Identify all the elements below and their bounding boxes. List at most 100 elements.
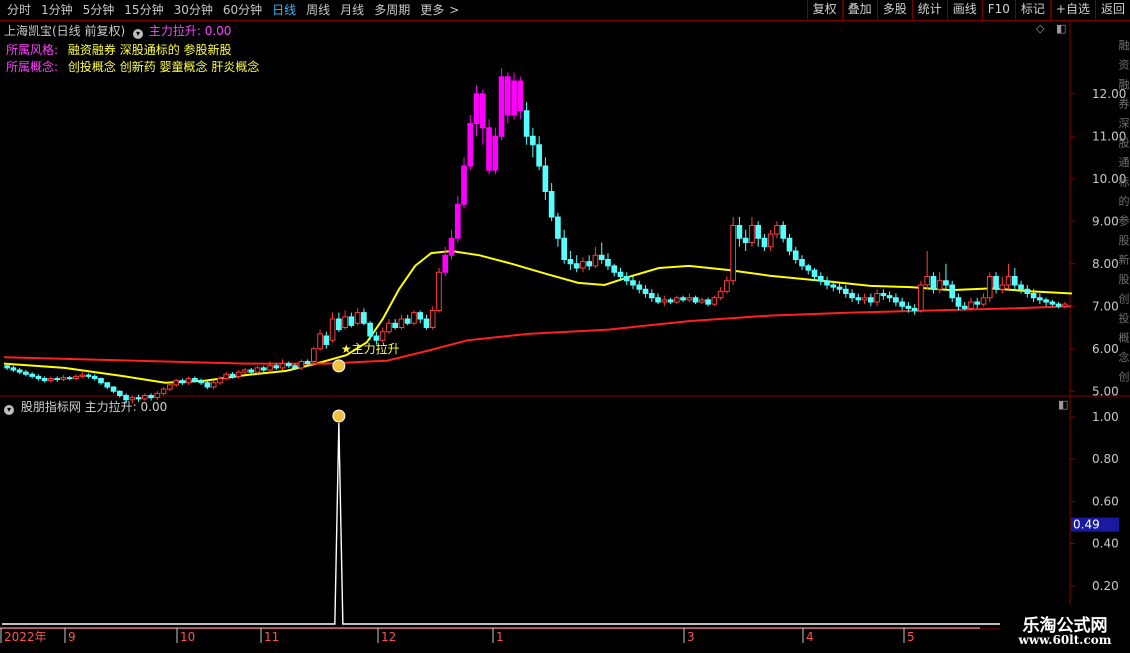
main-panel-header: 上海凯宝(日线 前复权) ▾ 主力拉升: 0.00 — [4, 22, 231, 39]
concept-label: 所属概念: — [6, 60, 59, 74]
toolbar-button-8[interactable]: 返回 — [1094, 0, 1130, 19]
kline-chart-svg[interactable]: ★主力拉升 12.0011.0010.009.008.007.006.005.0… — [0, 21, 1130, 650]
signal-label: ★主力拉升 — [341, 341, 400, 356]
candle-body — [974, 301, 981, 305]
candle-body — [354, 312, 361, 324]
period-tab-10[interactable]: 更多 — [415, 1, 449, 19]
price-tick-label: 5.00 — [1092, 384, 1119, 398]
candle-body — [667, 299, 674, 303]
toolbar-button-3[interactable]: 统计 — [911, 0, 947, 19]
sub-window-icon[interactable]: ◧ — [1058, 398, 1068, 411]
ma-long-line — [3, 305, 1073, 365]
candle-body — [1005, 276, 1012, 286]
toolbar-button-4[interactable]: 画线 — [946, 0, 982, 19]
candle-body — [636, 284, 643, 290]
period-tab-3[interactable]: 15分钟 — [119, 1, 168, 19]
candle-body — [761, 237, 768, 248]
period-tab-7[interactable]: 周线 — [301, 1, 335, 19]
candle-body — [980, 297, 987, 305]
candle-body — [899, 301, 905, 307]
candle-body — [16, 369, 23, 373]
right-strip-char: 股 — [1119, 137, 1130, 150]
candle-body — [498, 76, 505, 137]
candle-body — [886, 295, 893, 299]
candle-body — [730, 225, 736, 282]
period-tab-9[interactable]: 多周期 — [369, 1, 415, 19]
period-tab-8[interactable]: 月线 — [335, 1, 369, 19]
candle-body — [404, 318, 411, 324]
period-tabs: 分时 1分钟 5分钟 15分钟 30分钟 60分钟 日线 周线 月线 多周期 更多 > — [2, 1, 464, 19]
toolbar-button-1[interactable]: 叠加 — [841, 0, 877, 19]
candle-body — [1043, 299, 1049, 303]
candle-body — [336, 318, 342, 331]
candle-body — [655, 297, 661, 303]
diamond-icon[interactable]: ◇ — [1036, 22, 1044, 35]
window-icon[interactable]: ◧ — [1056, 22, 1066, 35]
candle-body — [548, 191, 555, 218]
candle-body — [699, 299, 705, 303]
candle-body — [361, 312, 367, 324]
period-tab-5[interactable]: 60分钟 — [218, 1, 267, 19]
time-tick-label: 1 — [496, 630, 504, 644]
candle-body — [893, 297, 899, 303]
candle-body — [918, 284, 924, 311]
candle-body — [91, 375, 98, 379]
ma-short-line — [3, 249, 1073, 384]
time-tick-label: 11 — [264, 630, 279, 644]
candle-body — [949, 284, 956, 299]
candle-body — [774, 225, 780, 235]
action-buttons: 复权 叠加 多股 统计 画线 F10 标记 +自选 返回 — [806, 0, 1130, 19]
price-tick-label: 9.00 — [1092, 214, 1119, 228]
candle-body — [799, 259, 805, 267]
toolbar-button-5[interactable]: F10 — [981, 0, 1015, 19]
candle-body — [611, 265, 618, 273]
candle-body — [173, 380, 179, 386]
current-value-label: 0.49 — [1073, 518, 1100, 532]
toolbar-button-0[interactable]: 复权 — [806, 0, 842, 19]
candle-body — [1030, 293, 1037, 299]
period-tab-0[interactable]: 分时 — [2, 1, 36, 19]
time-tick-label: 12 — [381, 630, 396, 644]
toolbar-button-7[interactable]: +自选 — [1049, 0, 1095, 19]
candle-body — [442, 254, 449, 273]
style-row: 所属风格: 融资融券 深股通标的 参股新股 — [6, 41, 232, 58]
candle-body — [304, 361, 311, 365]
indicator-label: 主力拉升: 0.00 — [148, 24, 232, 38]
period-tab-6[interactable]: 日线 — [267, 1, 301, 19]
right-strip-char: 股 — [1119, 273, 1130, 286]
watermark: 乐淘公式网 www.60lt.com — [1000, 605, 1130, 650]
candle-body — [811, 269, 818, 277]
candle-body — [1011, 276, 1018, 286]
chart-area[interactable]: ★主力拉升 12.00 11.00 10.00 9.00 8.00 7.00 6.00 5.0… — [0, 21, 1130, 650]
candle-body — [210, 382, 217, 388]
time-tick-label: 5 — [907, 630, 915, 644]
candle-body — [805, 265, 812, 271]
candle-body — [724, 280, 730, 292]
candle-body — [880, 293, 887, 297]
candle-body — [561, 237, 567, 260]
candle-body — [167, 384, 173, 390]
right-strip-char: 投 — [1119, 311, 1130, 325]
top-toolbar: 分时 1分钟 5分钟 15分钟 30分钟 60分钟 日线 周线 月线 多周期 更多 > 复权 叠加 多股统… — [0, 0, 1130, 21]
candle-body — [905, 305, 912, 309]
period-tab-2[interactable]: 5分钟 — [78, 1, 120, 19]
sub-tick-label: 1.00 — [1092, 410, 1119, 424]
period-tab-4[interactable]: 30分钟 — [169, 1, 218, 19]
more-arrow-icon[interactable]: > — [449, 1, 464, 19]
candle-body — [79, 374, 86, 377]
period-tab-1[interactable]: 1分钟 — [36, 1, 78, 19]
candle-body — [573, 263, 580, 269]
time-tick-label: 2022年 — [4, 630, 47, 644]
candle-body — [10, 367, 17, 371]
right-strip-char: 融 — [1119, 78, 1130, 91]
candle-body — [85, 374, 92, 377]
toolbar-button-6[interactable]: 标记 — [1014, 0, 1050, 19]
time-tick-label: 10 — [180, 630, 195, 644]
sub-collapse-icon[interactable]: ▾ — [4, 405, 14, 415]
candle-body — [711, 297, 718, 305]
collapse-icon[interactable]: ▾ — [133, 29, 144, 39]
candle-body — [511, 80, 517, 116]
candle-body — [648, 293, 655, 299]
toolbar-button-2[interactable]: 多股 — [876, 0, 912, 19]
candle-body — [273, 365, 280, 369]
